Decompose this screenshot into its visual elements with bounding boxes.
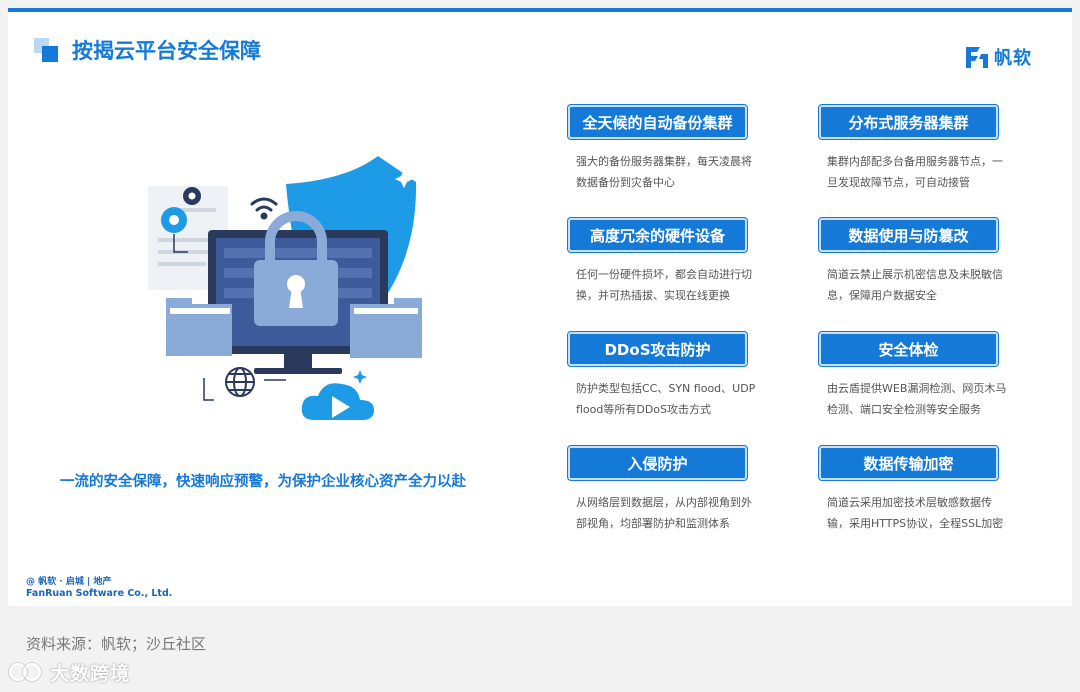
- feature-title: 数据使用与防篡改: [819, 218, 998, 252]
- feature-title: DDoS攻击防护: [568, 332, 747, 366]
- feature-distributed-cluster: 分布式服务器集群 集群内部配多台备用服务器节点，一旦发现故障节点，可自动接管: [819, 105, 1019, 193]
- feature-desc: 集群内部配多台备用服务器节点，一旦发现故障节点，可自动接管: [827, 155, 1003, 189]
- feature-title: 高度冗余的硬件设备: [568, 218, 747, 252]
- feature-desc: 防护类型包括CC、SYN flood、UDP flood等所有DDoS攻击方式: [576, 382, 756, 416]
- feature-desc: 强大的备份服务器集群，每天凌晨将数据备份到灾备中心: [576, 155, 752, 189]
- feature-desc: 简道云禁止展示机密信息及未脱敏信息，保障用户数据安全: [827, 268, 1003, 302]
- feature-ddos-protection: DDoS攻击防护 防护类型包括CC、SYN flood、UDP flood等所有…: [568, 332, 768, 420]
- feature-security-check: 安全体检 由云盾提供WEB漏洞检测、网页木马检测、端口安全检测等安全服务: [819, 332, 1019, 420]
- feature-encrypted-transfer: 数据传输加密 简道云采用加密技术层敏感数据传输，采用HTTPS协议，全程SSL加…: [819, 446, 1019, 534]
- fanruan-logo-icon: [966, 47, 988, 68]
- slide: 按揭云平台安全保障 帆软 一流的安全保障，快速响应预警，为保护企业核心资产全力以…: [8, 8, 1072, 606]
- cloud-play-icon: [301, 370, 374, 420]
- feature-auto-backup: 全天候的自动备份集群 强大的备份服务器集群，每天凌晨将数据备份到灾备中心: [568, 105, 768, 193]
- brand-logo-text: 帆软: [994, 48, 1032, 69]
- folder-icon-right: [350, 298, 422, 358]
- feature-desc: 由云盾提供WEB漏洞检测、网页木马检测、端口安全检测等安全服务: [827, 382, 1007, 416]
- feature-intrusion-protection: 入侵防护 从网络层到数据层，从内部视角到外部视角，均部署防护和监测体系: [568, 446, 768, 534]
- feature-title: 分布式服务器集群: [819, 105, 998, 139]
- footer-brand: @ 帆软 · 启城 | 地产: [26, 577, 112, 587]
- folder-icon-left: [166, 298, 232, 356]
- security-illustration: [148, 156, 422, 420]
- feature-title: 数据传输加密: [819, 446, 998, 480]
- brand-logo: 帆软: [964, 44, 1032, 70]
- watermark: 大数跨境: [8, 658, 130, 686]
- watermark-text: 大数跨境: [50, 662, 131, 685]
- feature-data-tamper-proof: 数据使用与防篡改 简道云禁止展示机密信息及未脱敏信息，保障用户数据安全: [819, 218, 1019, 306]
- wifi-icon: [250, 197, 278, 220]
- globe-icon: [225, 367, 255, 397]
- feature-redundant-hardware: 高度冗余的硬件设备 任何一份硬件损坏，都会自动进行切换，并可热插拔、实现在线更换: [568, 218, 768, 306]
- feature-title: 入侵防护: [568, 446, 747, 480]
- title-decoration: [34, 38, 60, 64]
- dashukuajing-logo-icon: [8, 662, 42, 682]
- source-note: 资料来源：帆软；沙丘社区: [26, 635, 207, 653]
- feature-desc: 任何一份硬件损坏，都会自动进行切换，并可热插拔、实现在线更换: [576, 268, 752, 302]
- tagline: 一流的安全保障，快速响应预警，为保护企业核心资产全力以赴: [60, 474, 466, 490]
- feature-title: 安全体检: [819, 332, 998, 366]
- footer-company: FanRuan Software Co., Ltd.: [26, 588, 173, 599]
- feature-title: 全天候的自动备份集群: [568, 105, 747, 139]
- feature-desc: 简道云采用加密技术层敏感数据传输，采用HTTPS协议，全程SSL加密: [827, 496, 1004, 530]
- feature-desc: 从网络层到数据层，从内部视角到外部视角，均部署防护和监测体系: [576, 496, 752, 530]
- page-title: 按揭云平台安全保障: [72, 39, 261, 63]
- top-accent-bar: [8, 8, 1072, 12]
